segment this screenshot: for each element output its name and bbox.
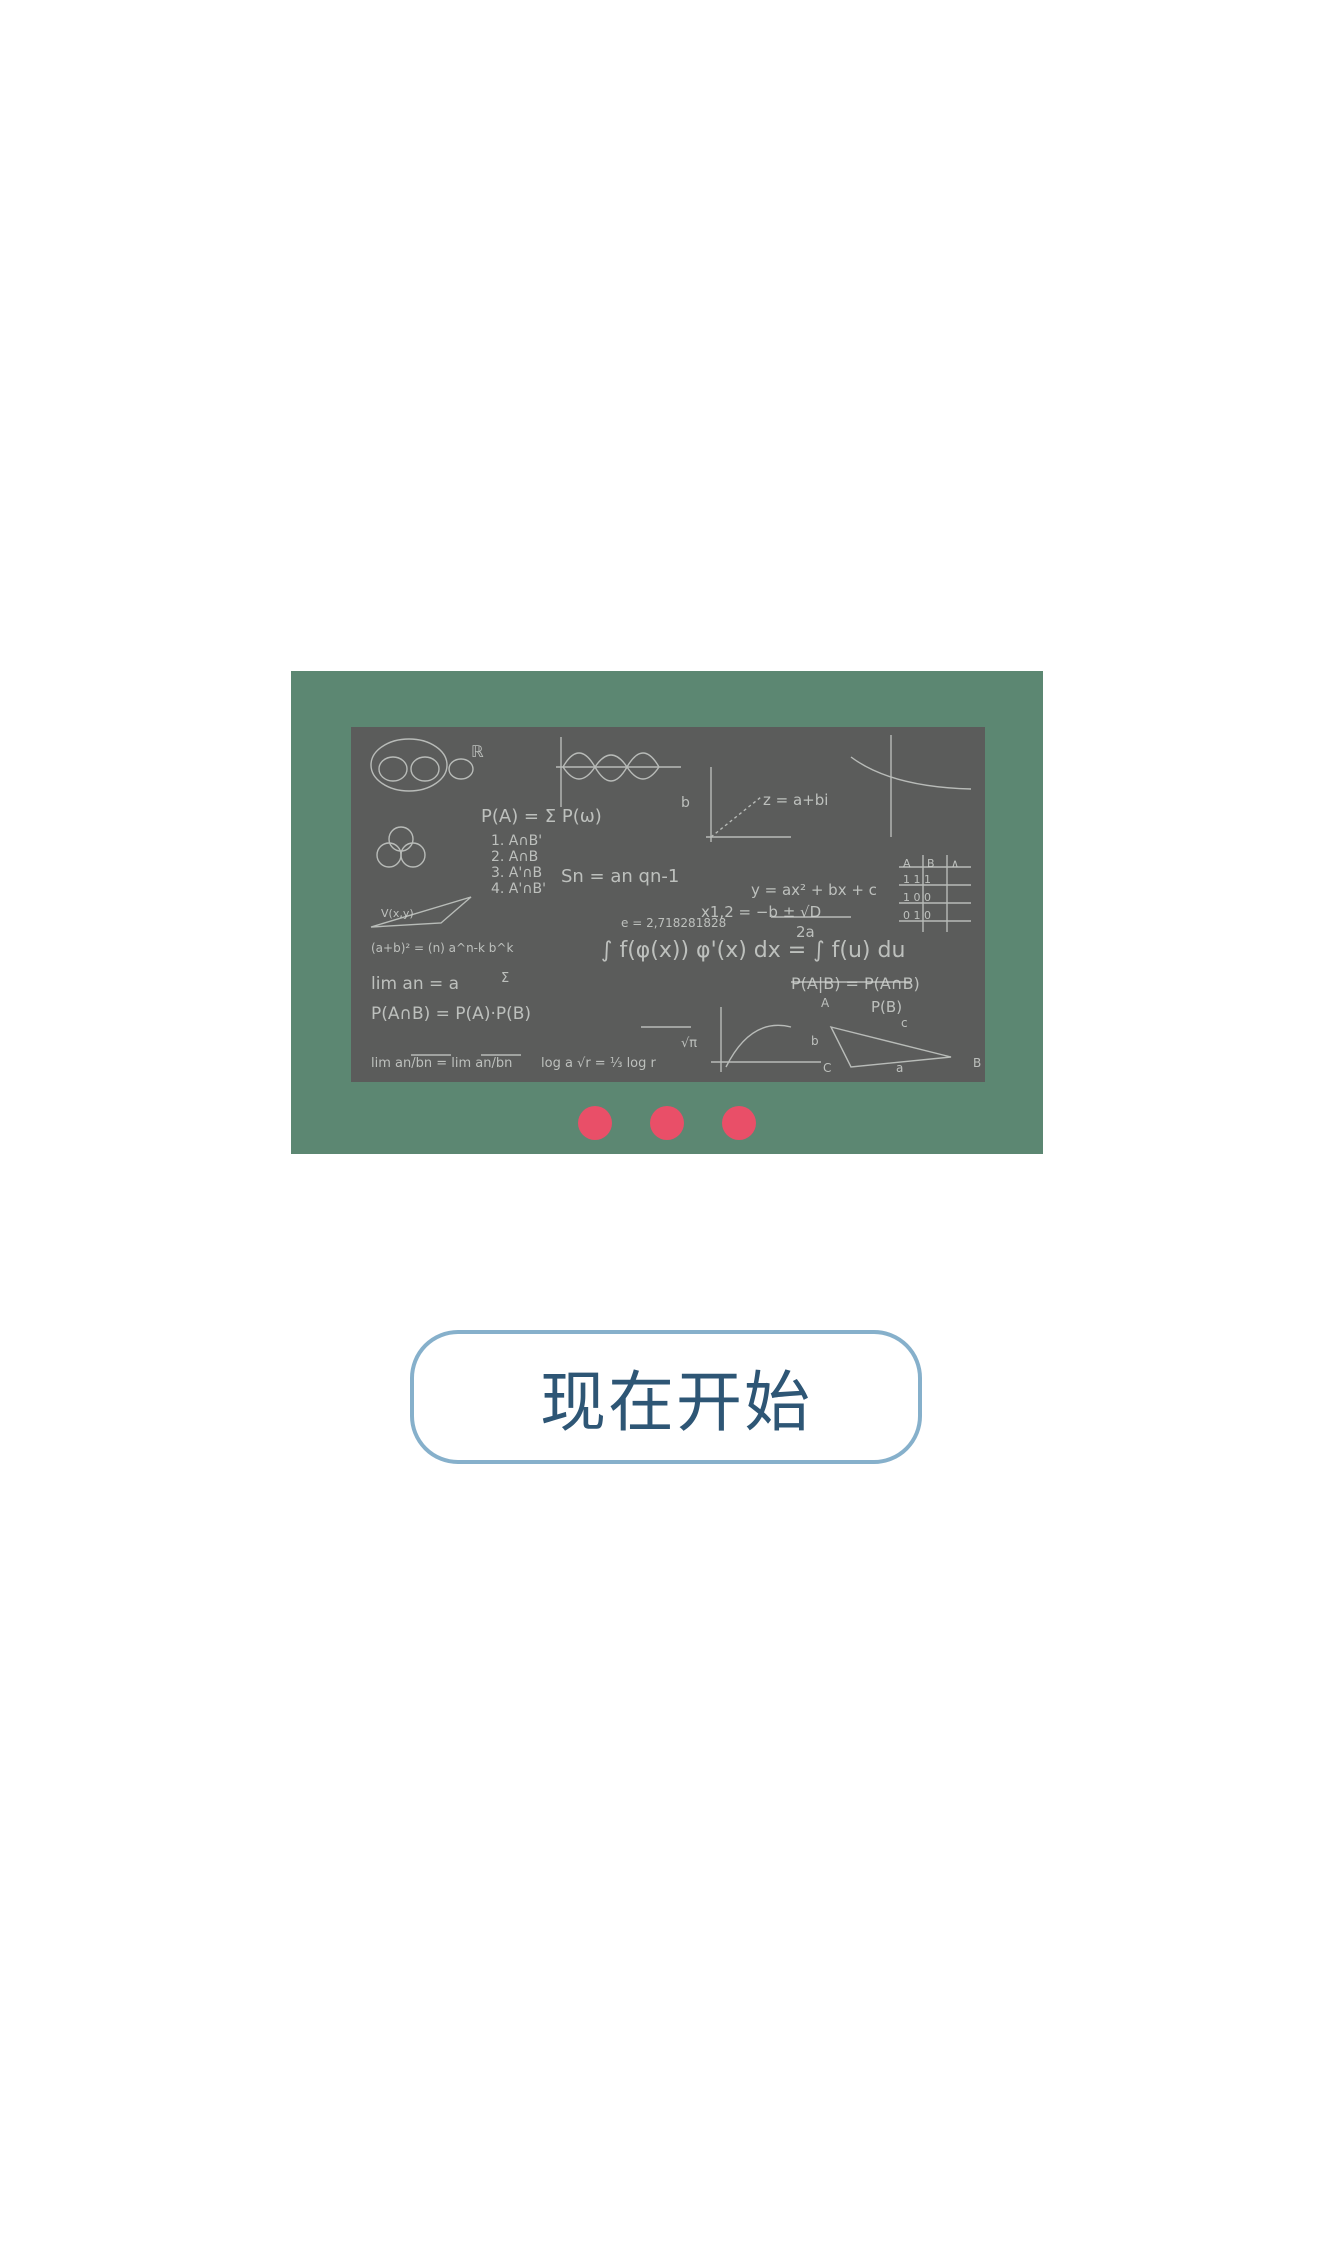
svg-text:V(x,y): V(x,y) xyxy=(381,907,414,920)
svg-text:P(A∩B) = P(A)·P(B): P(A∩B) = P(A)·P(B) xyxy=(371,1004,531,1024)
svg-text:∧: ∧ xyxy=(951,857,959,870)
pagination-dots xyxy=(291,1106,1043,1140)
svg-text:2. A∩B: 2. A∩B xyxy=(491,849,538,865)
svg-text:lim an/bn = lim an/bn: lim an/bn = lim an/bn xyxy=(371,1056,512,1071)
svg-text:√π: √π xyxy=(681,1036,697,1051)
svg-text:c: c xyxy=(901,1016,908,1030)
svg-text:C: C xyxy=(823,1061,831,1075)
start-now-label: 现在开始 xyxy=(540,1364,812,1441)
svg-text:1 0 0: 1 0 0 xyxy=(903,891,931,904)
svg-text:ℝ: ℝ xyxy=(471,742,484,761)
svg-text:lim an = a: lim an = a xyxy=(371,974,459,994)
chalkboard-surface: P(A) = Σ P(ω) 1. A∩B' 2. A∩B 3. A'∩B 4. … xyxy=(351,727,985,1082)
svg-text:1. A∩B': 1. A∩B' xyxy=(491,833,542,849)
svg-text:(a+b)² = (n) a^n-k b^k: (a+b)² = (n) a^n-k b^k xyxy=(371,941,513,955)
pagination-dot xyxy=(578,1106,612,1140)
svg-text:y = ax² + bx + c: y = ax² + bx + c xyxy=(751,881,877,899)
svg-text:e = 2,718281828: e = 2,718281828 xyxy=(621,916,726,930)
svg-text:a: a xyxy=(896,1061,903,1075)
svg-text:A: A xyxy=(903,857,911,870)
start-now-button[interactable]: 现在开始 xyxy=(410,1330,922,1464)
svg-text:B: B xyxy=(973,1056,981,1070)
svg-text:log a √r = ⅓ log r: log a √r = ⅓ log r xyxy=(541,1056,657,1071)
svg-text:A: A xyxy=(821,996,830,1010)
svg-text:z = a+bi: z = a+bi xyxy=(763,791,828,809)
splash-screen: P(A) = Σ P(ω) 1. A∩B' 2. A∩B 3. A'∩B 4. … xyxy=(0,0,1333,2250)
svg-text:1 1 1: 1 1 1 xyxy=(903,873,931,886)
chalk-formulas: P(A) = Σ P(ω) 1. A∩B' 2. A∩B 3. A'∩B 4. … xyxy=(370,735,981,1075)
svg-text:4. A'∩B': 4. A'∩B' xyxy=(491,881,546,897)
svg-text:P(A) = Σ P(ω): P(A) = Σ P(ω) xyxy=(481,806,602,827)
svg-text:P(B): P(B) xyxy=(871,998,902,1016)
chalkboard-illustration: P(A) = Σ P(ω) 1. A∩B' 2. A∩B 3. A'∩B 4. … xyxy=(291,671,1043,1154)
svg-text:2a: 2a xyxy=(796,923,815,941)
svg-text:3. A'∩B: 3. A'∩B xyxy=(491,865,542,881)
pagination-dot xyxy=(650,1106,684,1140)
svg-text:∫ f(φ(x)) φ'(x) dx = ∫ f(u) du: ∫ f(φ(x)) φ'(x) dx = ∫ f(u) du xyxy=(601,938,905,963)
svg-text:b: b xyxy=(811,1034,819,1048)
svg-text:Σ: Σ xyxy=(501,971,509,986)
pagination-dot xyxy=(722,1106,756,1140)
svg-text:P(A|B) = P(A∩B): P(A|B) = P(A∩B) xyxy=(791,974,920,993)
svg-text:0 1 0: 0 1 0 xyxy=(903,909,931,922)
svg-text:Sn = an qn-1: Sn = an qn-1 xyxy=(561,866,679,887)
svg-text:b: b xyxy=(681,795,690,811)
svg-text:B: B xyxy=(927,857,935,870)
